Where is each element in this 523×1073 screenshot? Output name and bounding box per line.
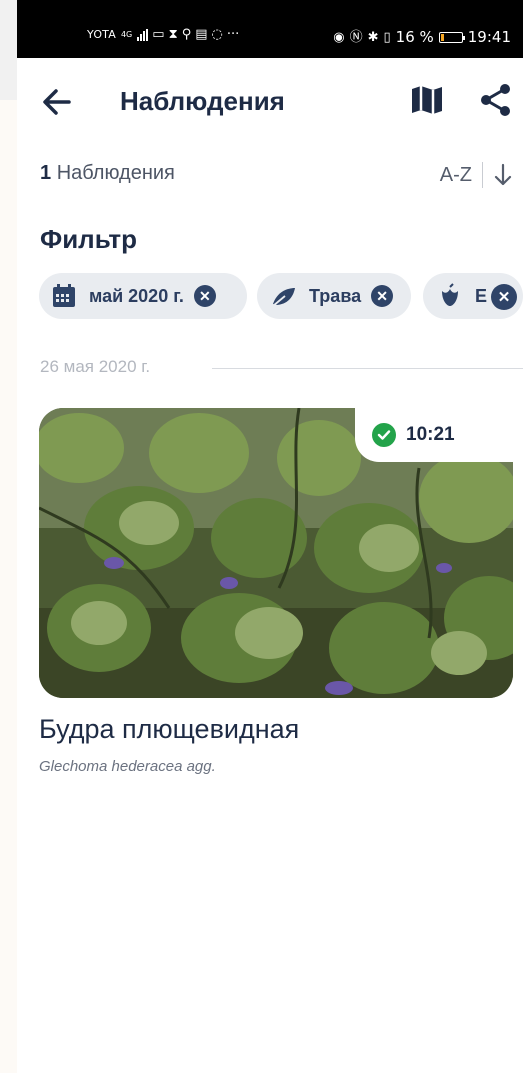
filter-heading: Фильтр (40, 224, 138, 254)
date-divider (212, 368, 523, 369)
battery-icon (438, 31, 465, 43)
sort-label[interactable]: A-Z (440, 164, 472, 187)
calendar-icon (53, 284, 75, 307)
signal-icon (137, 28, 149, 41)
leaf-icon (272, 288, 295, 307)
observation-time: 10:21 (406, 424, 455, 445)
close-icon[interactable]: ✕ (371, 285, 394, 307)
status-right: ◉ Ⓝ ✱ ▯ 16 % 19:41 (333, 28, 511, 46)
share-button[interactable] (479, 82, 513, 118)
date-header: 26 мая 2020 г. (40, 357, 151, 376)
filter-chip-herb[interactable]: Трава ✕ (257, 273, 411, 319)
viber-icon: ◌ (211, 27, 223, 42)
sort-control[interactable]: A-Z (440, 162, 513, 188)
background-strip (0, 0, 17, 100)
species-latin-name: Glechoma hederacea agg. (39, 758, 216, 775)
status-bar: YOTA 4G ▭ ⧗ ⚲ ▤ ◌ ··· ◉ Ⓝ ✱ ▯ 16 % 19:41 (17, 0, 523, 58)
status-left: YOTA 4G ▭ ⧗ ⚲ ▤ ◌ ··· (87, 28, 239, 41)
page-title: Наблюдения (120, 86, 285, 116)
close-icon[interactable]: ✕ (193, 285, 216, 307)
network-type: 4G (120, 30, 133, 39)
species-name[interactable]: Будра плющевидная (39, 714, 299, 745)
nfc-icon: Ⓝ (349, 29, 363, 45)
count-label: Наблюдения (56, 162, 175, 184)
map-icon (412, 86, 442, 114)
observation-time-badge: 10:21 (355, 408, 513, 462)
vibrate-icon: ▯ (383, 29, 391, 45)
back-button[interactable] (37, 82, 77, 122)
close-icon[interactable]: ✕ (491, 284, 517, 310)
app-screen: YOTA 4G ▭ ⧗ ⚲ ▤ ◌ ··· ◉ Ⓝ ✱ ▯ 16 % 19:41 … (17, 0, 523, 1073)
more-icon: ··· (226, 27, 240, 42)
search-icon: ⚲ (181, 27, 192, 42)
message-icon: ▤ (195, 27, 208, 42)
eye-icon: ◉ (333, 29, 345, 45)
observation-count: 1 Наблюдения (40, 162, 175, 185)
count-number: 1 (40, 162, 52, 184)
arrow-down-icon[interactable] (493, 163, 513, 187)
battery-fill (440, 33, 445, 41)
battery-percent: 16 % (395, 28, 434, 46)
map-button[interactable] (409, 82, 445, 118)
flower-bud-icon (442, 283, 458, 306)
app-bar: Наблюдения (17, 58, 523, 142)
chip-label: Трава (309, 285, 362, 306)
chip-label: май 2020 г. (89, 285, 184, 306)
filter-chips: май 2020 г. ✕ Трава ✕ Е ✕ (39, 273, 523, 321)
verified-badge (372, 423, 396, 447)
filter-chip-date[interactable]: май 2020 г. ✕ (39, 273, 247, 319)
screen-icon: ▭ (152, 27, 165, 42)
hourglass-icon: ⧗ (168, 27, 178, 42)
clock: 19:41 (467, 28, 511, 46)
chip-label: Е (475, 285, 488, 306)
bluetooth-icon: ✱ (367, 29, 379, 45)
share-icon (481, 84, 510, 116)
carrier-label: YOTA (87, 28, 116, 41)
check-icon (377, 430, 391, 440)
sort-divider (482, 162, 483, 188)
back-arrow-icon (43, 89, 71, 115)
